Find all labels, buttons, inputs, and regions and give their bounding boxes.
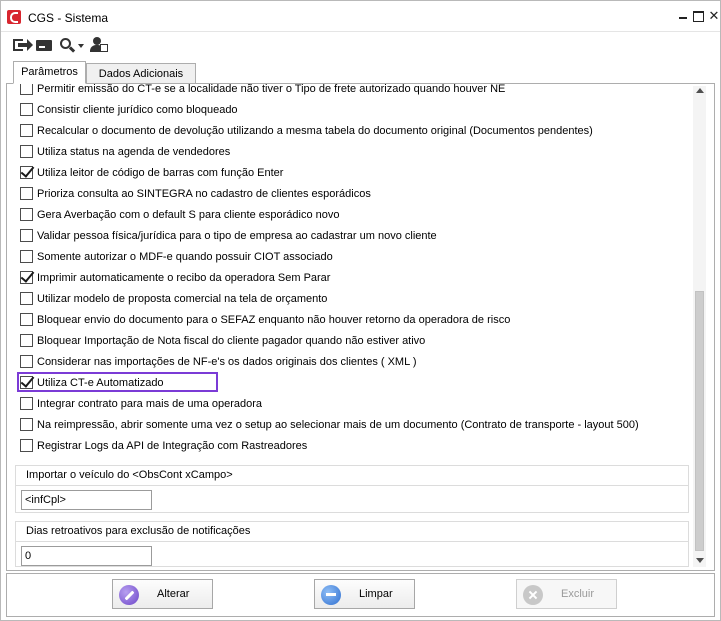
- option-label: Recalcular o documento de devolução util…: [37, 125, 593, 137]
- vertical-scrollbar[interactable]: [693, 86, 706, 567]
- veiculo-group-header: Importar o veículo do <ObsCont xCampo>: [16, 466, 688, 486]
- user-settings-icon[interactable]: [90, 37, 108, 53]
- option-row[interactable]: Utiliza status na agenda de vendedores: [20, 144, 690, 160]
- veiculo-group-title: Importar o veículo do <ObsCont xCampo>: [26, 469, 233, 481]
- option-checkbox[interactable]: [20, 124, 33, 137]
- limpar-button[interactable]: Limpar: [314, 579, 415, 609]
- close-button[interactable]: ✕: [706, 8, 721, 24]
- limpar-label: Limpar: [359, 588, 393, 600]
- option-row[interactable]: Somente autorizar o MDF-e quando possuir…: [20, 249, 690, 265]
- option-checkbox[interactable]: [20, 397, 33, 410]
- option-checkbox[interactable]: [20, 439, 33, 452]
- alterar-label: Alterar: [157, 588, 190, 600]
- option-checkbox[interactable]: [20, 418, 33, 431]
- minus-icon: [321, 585, 341, 605]
- option-row[interactable]: Bloquear envio do documento para o SEFAZ…: [20, 312, 690, 328]
- option-label: Bloquear Importação de Nota fiscal do cl…: [37, 335, 426, 347]
- dias-field[interactable]: [21, 546, 152, 566]
- option-label: Considerar nas importações de NF-e's os …: [37, 356, 417, 368]
- action-bar: Alterar Limpar Excluir: [6, 573, 715, 617]
- dias-group-header: Dias retroativos para exclusão de notifi…: [16, 522, 688, 542]
- option-checkbox[interactable]: [20, 208, 33, 221]
- alterar-button[interactable]: Alterar: [112, 579, 213, 609]
- maximize-button[interactable]: [690, 8, 706, 24]
- option-label: Validar pessoa física/jurídica para o ti…: [37, 230, 437, 242]
- option-label: Imprimir automaticamente o recibo da ope…: [37, 272, 331, 284]
- option-checkbox[interactable]: [20, 250, 33, 263]
- option-label: Utiliza status na agenda de vendedores: [37, 146, 231, 158]
- option-label: Bloquear envio do documento para o SEFAZ…: [37, 314, 511, 326]
- option-label: Utilizar modelo de proposta comercial na…: [37, 293, 328, 305]
- option-checkbox[interactable]: [20, 166, 33, 179]
- minimize-button[interactable]: [675, 8, 691, 24]
- option-label: Prioriza consulta ao SINTEGRA no cadastr…: [37, 188, 371, 200]
- window-title: CGS - Sistema: [28, 11, 109, 25]
- option-label: Permitir emissão do CT-e se a localidade…: [37, 83, 506, 95]
- edit-icon: [119, 585, 139, 605]
- title-bar: CGS - Sistema ✕: [1, 1, 720, 31]
- veiculo-field[interactable]: [21, 490, 152, 510]
- card-icon[interactable]: [36, 37, 54, 53]
- option-checkbox[interactable]: [20, 103, 33, 116]
- option-row[interactable]: Registrar Logs da API de Integração com …: [20, 438, 690, 454]
- scroll-down-icon[interactable]: [696, 558, 704, 563]
- option-row[interactable]: Utiliza leitor de código de barras com f…: [20, 165, 690, 181]
- main-window: CGS - Sistema ✕ Parâmetros Dados Adicion…: [0, 0, 721, 621]
- tab-parametros[interactable]: Parâmetros: [13, 61, 86, 84]
- option-label: Na reimpressão, abrir somente uma vez o …: [37, 419, 639, 431]
- toolbar: [1, 31, 720, 57]
- exit-icon[interactable]: [13, 37, 33, 53]
- excluir-label: Excluir: [561, 588, 595, 600]
- option-row[interactable]: Imprimir automaticamente o recibo da ope…: [20, 270, 690, 286]
- option-label: Consistir cliente jurídico como bloquead…: [37, 104, 238, 116]
- veiculo-group: Importar o veículo do <ObsCont xCampo>: [15, 465, 689, 513]
- option-label: Integrar contrato para mais de uma opera…: [37, 398, 263, 410]
- dias-group: Dias retroativos para exclusão de notifi…: [15, 521, 689, 567]
- option-checkbox[interactable]: [20, 355, 33, 368]
- option-row[interactable]: Na reimpressão, abrir somente uma vez o …: [20, 417, 690, 433]
- option-row[interactable]: Considerar nas importações de NF-e's os …: [20, 354, 690, 370]
- option-checkbox[interactable]: [20, 292, 33, 305]
- option-row[interactable]: Bloquear Importação de Nota fiscal do cl…: [20, 333, 690, 349]
- scroll-up-icon[interactable]: [696, 88, 704, 93]
- option-row[interactable]: Consistir cliente jurídico como bloquead…: [20, 102, 690, 118]
- option-row[interactable]: Recalcular o documento de devolução util…: [20, 123, 690, 139]
- option-checkbox[interactable]: [20, 313, 33, 326]
- option-row[interactable]: Permitir emissão do CT-e se a localidade…: [20, 81, 690, 97]
- search-dropdown-icon[interactable]: [59, 37, 85, 53]
- option-row[interactable]: Integrar contrato para mais de uma opera…: [20, 396, 690, 412]
- option-checkbox[interactable]: [20, 187, 33, 200]
- option-row[interactable]: Validar pessoa física/jurídica para o ti…: [20, 228, 690, 244]
- option-checkbox[interactable]: [20, 145, 33, 158]
- excluir-button[interactable]: Excluir: [516, 579, 617, 609]
- option-checkbox[interactable]: [20, 334, 33, 347]
- option-label: Registrar Logs da API de Integração com …: [37, 440, 308, 452]
- dias-group-title: Dias retroativos para exclusão de notifi…: [26, 525, 251, 537]
- app-logo-icon: [7, 10, 21, 24]
- option-checkbox[interactable]: [20, 271, 33, 284]
- option-label: Gera Averbação com o default S para clie…: [37, 209, 340, 221]
- scroll-thumb[interactable]: [695, 291, 704, 551]
- selection-highlight: [17, 372, 218, 392]
- option-row[interactable]: Utilizar modelo de proposta comercial na…: [20, 291, 690, 307]
- delete-icon: [523, 585, 543, 605]
- option-label: Utiliza leitor de código de barras com f…: [37, 167, 284, 179]
- option-row[interactable]: Prioriza consulta ao SINTEGRA no cadastr…: [20, 186, 690, 202]
- option-checkbox[interactable]: [20, 229, 33, 242]
- option-label: Somente autorizar o MDF-e quando possuir…: [37, 251, 333, 263]
- option-row[interactable]: Gera Averbação com o default S para clie…: [20, 207, 690, 223]
